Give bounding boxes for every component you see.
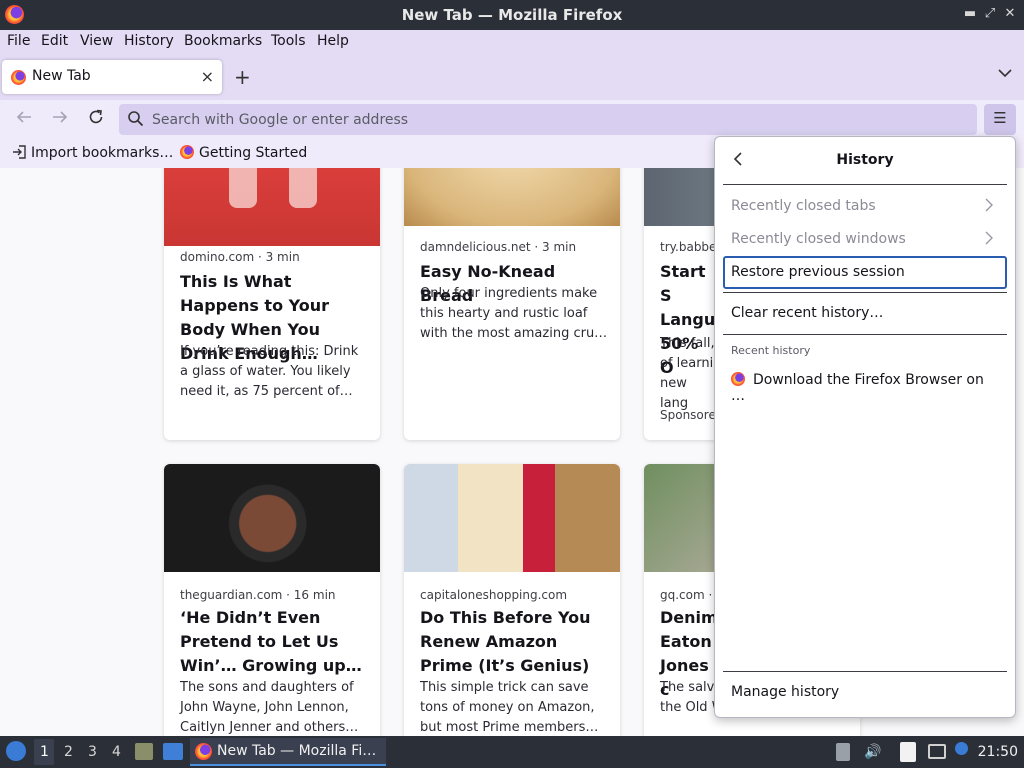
history-panel: History Recently closed tabs Recently cl… (714, 136, 1016, 718)
start-menu-icon[interactable] (6, 741, 26, 761)
restore-session-label: Restore previous session (731, 264, 905, 280)
firefox-favicon-icon (180, 145, 194, 159)
maximize-icon[interactable]: ⤢ (982, 6, 998, 21)
bookmark-getting-started[interactable]: Getting Started (180, 145, 307, 161)
recent-history-item[interactable]: Download the Firefox Browser on … (731, 372, 1001, 404)
chevron-right-icon (985, 231, 993, 249)
workspace-3[interactable]: 3 (88, 744, 97, 760)
tray-upload-icon[interactable] (836, 743, 850, 761)
bookmark-import[interactable]: Import bookmarks… (12, 145, 173, 161)
story-excerpt: If you’re reading this: Drink a glass of… (180, 344, 359, 399)
divider (723, 671, 1007, 672)
reload-icon[interactable] (87, 108, 105, 131)
bookmark-import-label: Import bookmarks… (31, 145, 174, 161)
bookmark-getting-started-label: Getting Started (199, 145, 308, 161)
manage-history[interactable]: Manage history (731, 684, 839, 700)
story-card[interactable]: domino.com · 3 min This Is What Happens … (164, 168, 380, 440)
story-card[interactable]: capitaloneshopping.com Do This Before Yo… (404, 464, 620, 736)
minimize-icon[interactable]: ▬ (962, 6, 978, 21)
story-thumbnail (404, 464, 620, 572)
back-arrow-icon[interactable] (15, 108, 33, 131)
story-source: capitaloneshopping.com (420, 588, 568, 602)
volume-icon[interactable]: 🔊 (864, 744, 881, 760)
tab-bar: New Tab × + (0, 54, 1024, 100)
story-excerpt: This fall, of learni new lang (660, 336, 715, 411)
workspace-4[interactable]: 4 (112, 744, 121, 760)
taskbar-task-firefox[interactable]: New Tab — Mozilla Fi… (190, 738, 386, 766)
file-manager-icon[interactable] (135, 743, 153, 760)
story-excerpt: This simple trick can save tons of money… (420, 680, 599, 735)
story-thumbnail (164, 464, 380, 572)
firefox-task-icon (195, 743, 212, 760)
clear-recent-history[interactable]: Clear recent history… (731, 305, 883, 321)
divider (723, 334, 1007, 335)
story-source: domino.com · 3 min (180, 250, 300, 264)
chevron-down-icon[interactable] (998, 66, 1012, 82)
close-window-icon[interactable]: ✕ (1002, 6, 1018, 21)
menu-bar: File Edit View History Bookmarks Tools H… (0, 30, 1024, 54)
address-bar (119, 104, 977, 135)
menu-view[interactable]: View (80, 33, 113, 49)
story-card[interactable]: damndelicious.net · 3 min Easy No-Knead … (404, 168, 620, 440)
window-title: New Tab — Mozilla Firefox (401, 6, 623, 24)
taskbar-task-label: New Tab — Mozilla Fi… (217, 743, 377, 759)
update-notification-icon[interactable] (955, 742, 968, 755)
panel-title: History (836, 152, 894, 168)
tab-label: New Tab (32, 68, 91, 84)
restore-session-button[interactable]: Restore previous session (723, 256, 1007, 289)
story-thumbnail (164, 168, 380, 246)
desktop-icon[interactable] (163, 743, 183, 760)
network-icon[interactable] (928, 744, 946, 759)
recently-closed-tabs[interactable]: Recently closed tabs (731, 198, 876, 214)
story-excerpt: The sons and daughters of John Wayne, Jo… (180, 680, 359, 735)
story-headline: Do This Before You Renew Amazon Prime (I… (420, 608, 591, 675)
tab-new-tab[interactable]: New Tab × (2, 60, 222, 94)
story-excerpt: Only four ingredients make this hearty a… (420, 286, 608, 341)
recent-history-item-label: Download the Firefox Browser on … (731, 372, 984, 404)
new-tab-plus-icon[interactable]: + (234, 65, 251, 89)
search-input[interactable] (152, 108, 952, 131)
story-headline: ‘He Didn’t Even Pretend to Let Us Win’… … (180, 608, 362, 675)
story-source: gq.com · (660, 588, 713, 602)
menu-file[interactable]: File (7, 33, 30, 49)
workspace-2[interactable]: 2 (64, 744, 73, 760)
forward-arrow-icon[interactable] (51, 108, 69, 131)
recent-history-heading: Recent history (731, 344, 811, 357)
search-icon (127, 110, 144, 131)
hamburger-menu-icon[interactable]: ☰ (984, 104, 1016, 135)
story-source: damndelicious.net · 3 min (420, 240, 577, 254)
menu-tools[interactable]: Tools (271, 33, 306, 49)
close-tab-icon[interactable]: × (201, 67, 214, 86)
menu-help[interactable]: Help (317, 33, 349, 49)
import-icon (12, 145, 26, 159)
story-source: try.babbe (660, 240, 717, 254)
firefox-favicon-icon (731, 372, 745, 386)
navigation-toolbar: ☰ (0, 100, 1024, 140)
taskbar: 1 2 3 4 New Tab — Mozilla Fi… 🔊 21:50 (0, 736, 1024, 768)
recently-closed-windows[interactable]: Recently closed windows (731, 231, 906, 247)
menu-edit[interactable]: Edit (41, 33, 68, 49)
story-card[interactable]: theguardian.com · 16 min ‘He Didn’t Even… (164, 464, 380, 736)
window-title-bar: New Tab — Mozilla Firefox ▬ ⤢ ✕ (0, 0, 1024, 30)
menu-history[interactable]: History (124, 33, 174, 49)
sponsored-label: Sponsore (660, 408, 716, 422)
story-source: theguardian.com · 16 min (180, 588, 336, 602)
menu-bookmarks[interactable]: Bookmarks (184, 33, 262, 49)
clock[interactable]: 21:50 (978, 744, 1018, 760)
story-thumbnail (404, 168, 620, 226)
clipboard-icon[interactable] (900, 742, 916, 762)
chevron-right-icon (985, 198, 993, 216)
divider (723, 292, 1007, 293)
divider (723, 184, 1007, 185)
firefox-favicon-icon (11, 70, 26, 85)
workspace-1[interactable]: 1 (40, 744, 49, 760)
